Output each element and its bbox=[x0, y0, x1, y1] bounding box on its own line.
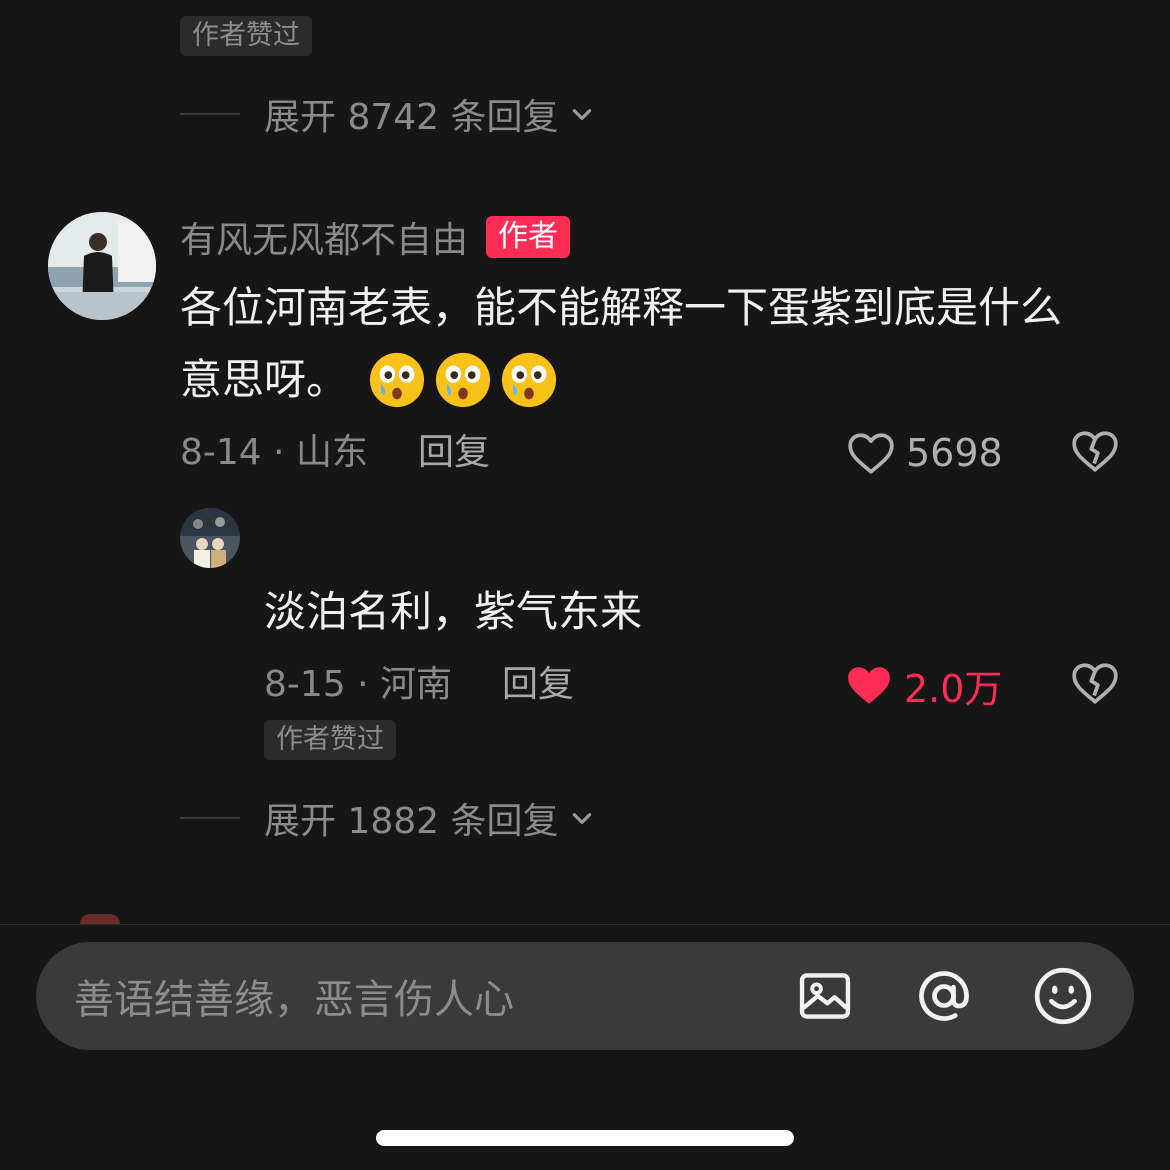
reply-dislike-button[interactable] bbox=[1070, 660, 1120, 710]
broken-heart-icon bbox=[1072, 663, 1118, 704]
emoji-icon[interactable] bbox=[1032, 965, 1094, 1027]
chevron-down-icon bbox=[572, 813, 591, 824]
home-indicator[interactable] bbox=[376, 1130, 794, 1146]
like-count: 5698 bbox=[906, 431, 1003, 475]
reply-date-location: 8-15 · 河南 bbox=[264, 664, 453, 705]
expand-replies-button[interactable]: 展开 1882 条回复 bbox=[180, 792, 595, 844]
reply-button[interactable]: 回复 bbox=[418, 428, 490, 478]
comment-text-line: 意思呀。 bbox=[180, 355, 349, 404]
heart-filled-icon bbox=[848, 667, 890, 704]
expand-replies-button[interactable]: 展开 8742 条回复 bbox=[180, 88, 595, 140]
crying-face-emoji-icon bbox=[501, 352, 557, 408]
image-icon[interactable] bbox=[796, 967, 854, 1025]
reply-text: 淡泊名利，紫气东来 bbox=[264, 587, 643, 636]
comment-input-placeholder[interactable]: 善语结善缘，恶言伤人心 bbox=[74, 967, 796, 1025]
like-button[interactable]: 5698 bbox=[846, 428, 1003, 478]
input-area-divider bbox=[0, 924, 1170, 925]
comment-text: 各位河南老表，能不能解释一下蛋紫到底是什么 意思呀。 bbox=[180, 272, 1140, 416]
author-liked-badge: 作者赞过 bbox=[264, 720, 396, 760]
reply-button[interactable]: 回复 bbox=[502, 660, 574, 710]
comment-input-bar[interactable]: 善语结善缘，恶言伤人心 bbox=[36, 942, 1134, 1050]
avatar[interactable] bbox=[48, 212, 156, 320]
author-tag: 作者 bbox=[486, 216, 571, 258]
broken-heart-icon bbox=[1072, 431, 1118, 472]
heart-outline-icon bbox=[848, 433, 894, 474]
comment-text-line: 各位河南老表，能不能解释一下蛋紫到底是什么 bbox=[180, 283, 1063, 332]
reply-like-button[interactable]: 2.0万 bbox=[844, 660, 1003, 711]
expand-replies-label: 展开 8742 条回复 bbox=[264, 97, 559, 138]
next-comment-avatar-partial bbox=[80, 914, 120, 924]
reply-like-count: 2.0万 bbox=[904, 666, 1003, 711]
expand-replies-label: 展开 1882 条回复 bbox=[264, 801, 559, 842]
divider-line bbox=[180, 817, 240, 819]
username[interactable]: 有风无风都不自由 bbox=[180, 211, 468, 263]
dislike-button[interactable] bbox=[1070, 428, 1120, 478]
divider-line bbox=[180, 113, 240, 115]
author-liked-badge: 作者赞过 bbox=[180, 16, 312, 56]
chevron-down-icon bbox=[572, 109, 591, 120]
comment-date-location: 8-14 · 山东 bbox=[180, 432, 369, 473]
reply-avatar[interactable] bbox=[180, 508, 240, 568]
crying-face-emoji-icon bbox=[435, 352, 491, 408]
at-mention-icon[interactable] bbox=[914, 966, 974, 1026]
crying-face-emoji-icon bbox=[369, 352, 425, 408]
